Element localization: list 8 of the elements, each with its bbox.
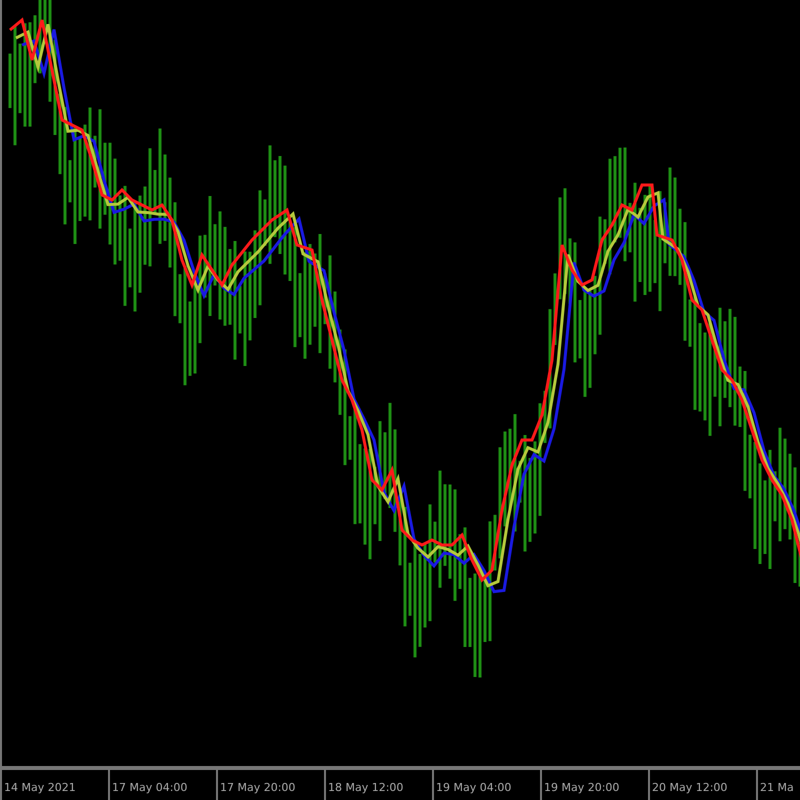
axis-label: 18 May 12:00	[328, 781, 404, 794]
axis-label: 20 May 12:00	[652, 781, 728, 794]
axis-label: 17 May 20:00	[220, 781, 296, 794]
axis-label: 17 May 04:00	[112, 781, 188, 794]
axis-label: 19 May 04:00	[436, 781, 512, 794]
axis-label: 19 May 20:00	[544, 781, 620, 794]
axis-label: 14 May 2021	[4, 781, 76, 794]
axis-label: 21 Ma	[760, 781, 794, 794]
